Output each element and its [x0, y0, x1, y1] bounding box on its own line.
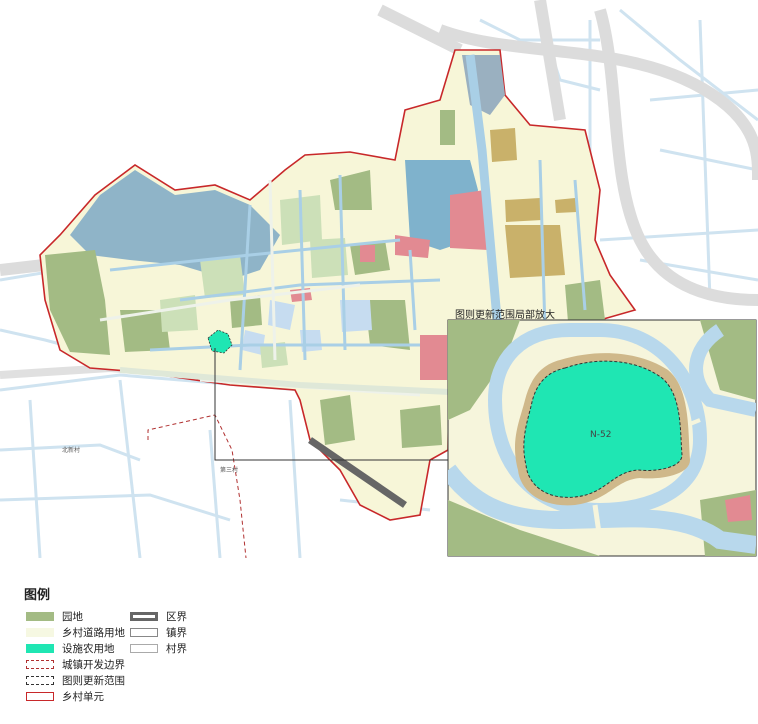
legend-label: 村界 [166, 643, 187, 655]
legend-item-district-boundary: 区界 [130, 609, 187, 624]
rural-road-swatch [26, 628, 54, 637]
legend: 图例 园地 乡村道路用地 设施农用地 城镇开发边界 图则更新范围 乡村单元 区界… [0, 558, 758, 724]
facility-farm-swatch [26, 644, 54, 653]
legend-item-rural-road: 乡村道路用地 [26, 625, 125, 640]
legend-item-rural-unit: 乡村单元 [26, 689, 104, 704]
inset-title: 图则更新范围局部放大 [455, 310, 555, 321]
legend-label: 区界 [166, 611, 187, 623]
urban-dev-boundary-swatch [26, 660, 54, 669]
legend-label: 乡村道路用地 [62, 627, 125, 639]
place-label: 第三村 [220, 466, 238, 474]
garden-swatch [26, 612, 54, 621]
legend-item-town-boundary: 镇界 [130, 625, 187, 640]
district-boundary-swatch [130, 612, 158, 621]
rural-unit-swatch [26, 692, 54, 701]
legend-label: 园地 [62, 611, 83, 623]
parcel-label-n52: N-52 [590, 430, 611, 440]
legend-label: 图则更新范围 [62, 675, 125, 687]
legend-label: 设施农用地 [62, 643, 115, 655]
legend-item-village-boundary: 村界 [130, 641, 187, 656]
legend-label: 乡村单元 [62, 691, 104, 703]
village-boundary-swatch [130, 644, 158, 653]
legend-title: 图例 [24, 588, 51, 603]
place-label: 北新村 [62, 446, 80, 454]
update-range-swatch [26, 676, 54, 685]
legend-item-facility-farm: 设施农用地 [26, 641, 115, 656]
town-boundary-swatch [130, 628, 158, 637]
legend-item-urban-dev-boundary: 城镇开发边界 [26, 657, 125, 672]
legend-item-update-range: 图则更新范围 [26, 673, 125, 688]
legend-label: 城镇开发边界 [62, 659, 125, 671]
legend-label: 镇界 [166, 627, 187, 639]
planning-map[interactable]: 北新村 第三村 N-52 [0, 0, 758, 559]
inset-zoom-panel: N-52 [447, 319, 757, 557]
legend-item-garden: 园地 [26, 609, 83, 624]
